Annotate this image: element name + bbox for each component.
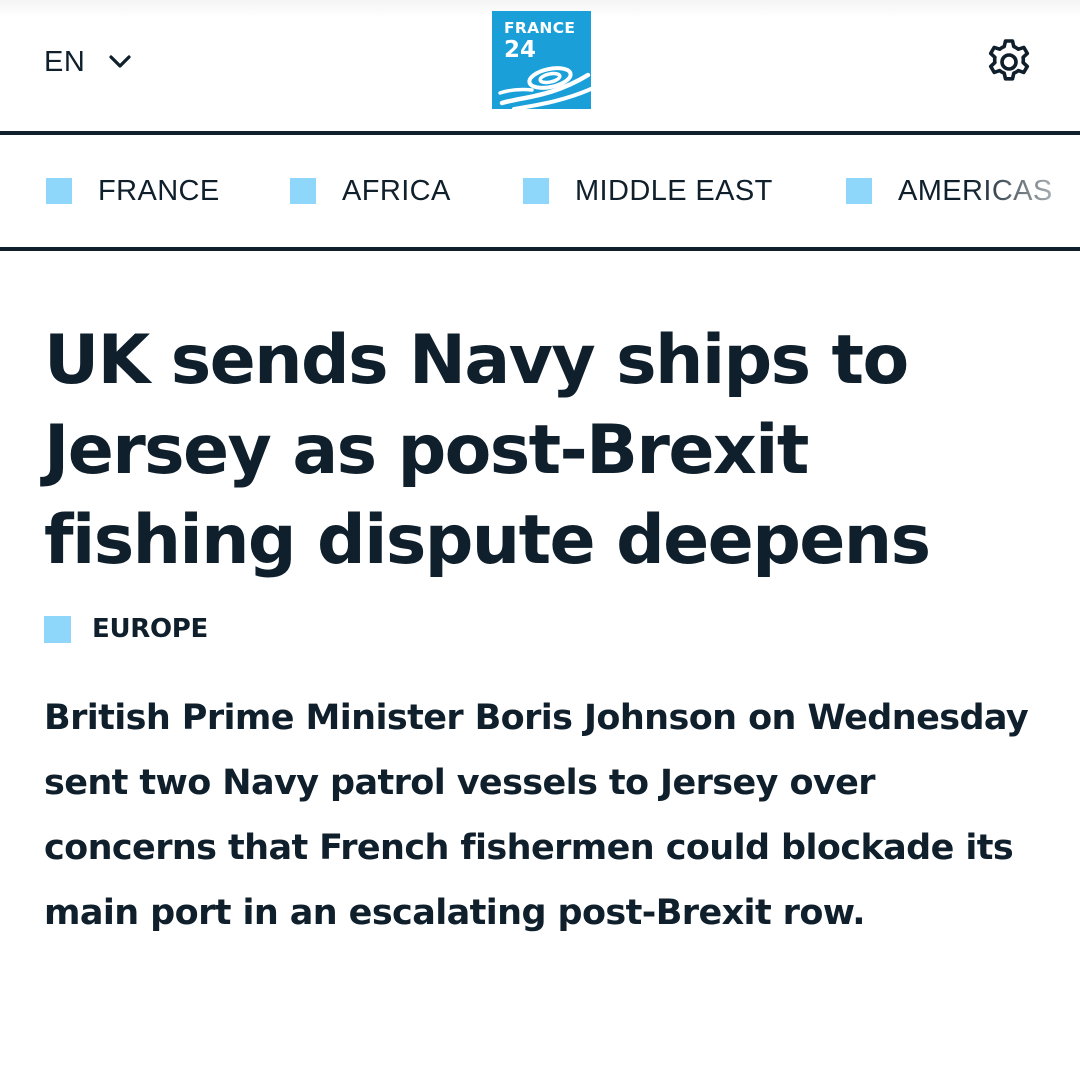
- nav-square-icon: [523, 178, 549, 204]
- chevron-down-icon: [107, 49, 133, 75]
- nav-square-icon: [46, 178, 72, 204]
- nav-square-icon: [290, 178, 316, 204]
- nav-divider: [0, 247, 1080, 251]
- top-bar: EN FRANCE 24: [0, 0, 1080, 131]
- section-tag-europe[interactable]: EUROPE: [44, 612, 208, 646]
- section-nav: FRANCE AFRICA MIDDLE EAST AMERICAS: [0, 135, 1080, 247]
- nav-item-label: FRANCE: [98, 174, 220, 207]
- nav-item-americas[interactable]: AMERICAS: [846, 135, 1053, 247]
- language-selector[interactable]: EN: [44, 42, 133, 82]
- nav-item-label: AMERICAS: [898, 174, 1053, 207]
- nav-item-africa[interactable]: AFRICA: [290, 135, 451, 247]
- section-label: EUROPE: [92, 614, 209, 644]
- nav-item-label: MIDDLE EAST: [575, 174, 773, 207]
- language-code: EN: [44, 45, 86, 78]
- nav-square-icon: [846, 178, 872, 204]
- nav-item-middle-east[interactable]: MIDDLE EAST: [523, 135, 773, 247]
- logo-swoosh-icon: [498, 66, 591, 109]
- article-lede: British Prime Minister Boris Johnson on …: [44, 698, 1029, 933]
- section-square-icon: [44, 615, 71, 643]
- nav-item-label: AFRICA: [342, 174, 451, 207]
- article-headline: UK sends Navy ships to Jersey as post-Br…: [44, 321, 931, 580]
- nav-item-france[interactable]: FRANCE: [46, 135, 220, 247]
- france24-logo[interactable]: FRANCE 24: [492, 11, 591, 109]
- gear-icon[interactable]: [983, 36, 1035, 88]
